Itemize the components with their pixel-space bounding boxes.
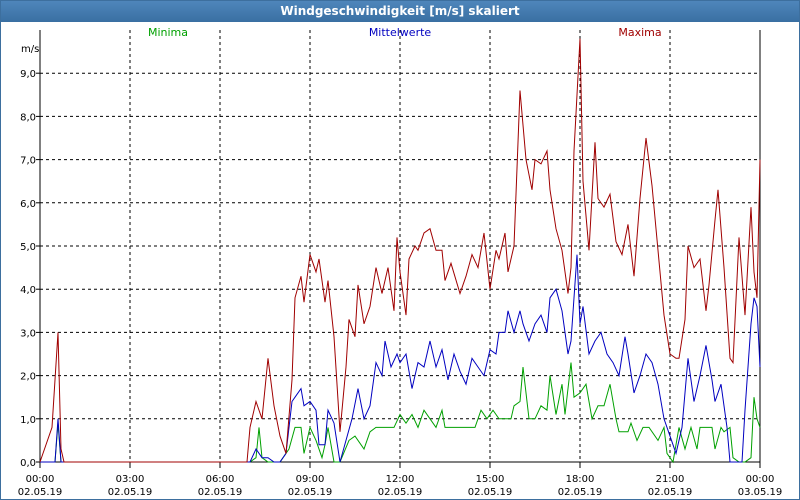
y-tick-label: 1,0: [20, 415, 36, 426]
legend-entry-maxima: Maxima: [618, 26, 661, 39]
grid: [40, 30, 760, 463]
x-tick-date: 02.05.19: [378, 487, 423, 498]
x-tick-time: 00:00: [746, 474, 775, 485]
y-tick-labels: 0,0 1,0 2,0 3,0 4,0 5,0 6,0 7,0 8,0 9,0: [20, 69, 36, 469]
x-tick-date: 02.05.19: [18, 487, 63, 498]
x-tick-time: 15:00: [476, 474, 505, 485]
y-tick-label: 7,0: [20, 156, 36, 167]
y-tick-label: 4,0: [20, 285, 36, 296]
legend: Minima Mittelwerte Maxima: [148, 26, 662, 39]
y-tick-label: 5,0: [20, 242, 36, 253]
x-tick-date: 02.05.19: [108, 487, 153, 498]
x-tick-labels: 00:00 02.05.19 03:00 02.05.19 06:00 02.05.19 0…: [18, 474, 783, 498]
x-tick-time: 18:00: [566, 474, 595, 485]
y-tick-label: 2,0: [20, 372, 36, 383]
y-axis-unit: m/s: [21, 44, 39, 55]
legend-entry-minima: Minima: [148, 26, 188, 39]
x-tick-date: 02.05.19: [198, 487, 243, 498]
legend-entry-mittelwerte: Mittelwerte: [369, 26, 432, 39]
x-tick-date: 02.05.19: [648, 487, 693, 498]
y-tick-label: 8,0: [20, 112, 36, 123]
x-tick-date: 02.05.19: [558, 487, 603, 498]
x-tick-date: 03.05.19: [738, 487, 783, 498]
chart-window: Windgeschwindigkeit [m/s] skaliert 0,0 1,…: [0, 0, 800, 500]
y-tick-label: 3,0: [20, 328, 36, 339]
x-tick-time: 21:00: [656, 474, 685, 485]
wind-speed-chart: 0,0 1,0 2,0 3,0 4,0 5,0 6,0 7,0 8,0 9,0 00:00 02.0…: [18, 26, 783, 498]
x-tick-date: 02.05.19: [288, 487, 333, 498]
x-tick-time: 06:00: [206, 474, 235, 485]
x-tick-time: 03:00: [116, 474, 145, 485]
series-line-minima: [40, 362, 761, 464]
y-tick-label: 0,0: [20, 458, 36, 469]
x-tick-date: 02.05.19: [468, 487, 513, 498]
y-tick-label: 9,0: [20, 69, 36, 80]
x-tick-time: 09:00: [296, 474, 325, 485]
x-tick-time: 12:00: [386, 474, 415, 485]
y-tick-label: 6,0: [20, 199, 36, 210]
window-title: Windgeschwindigkeit [m/s] skaliert: [1, 1, 799, 22]
x-tick-time: 00:00: [26, 474, 55, 485]
